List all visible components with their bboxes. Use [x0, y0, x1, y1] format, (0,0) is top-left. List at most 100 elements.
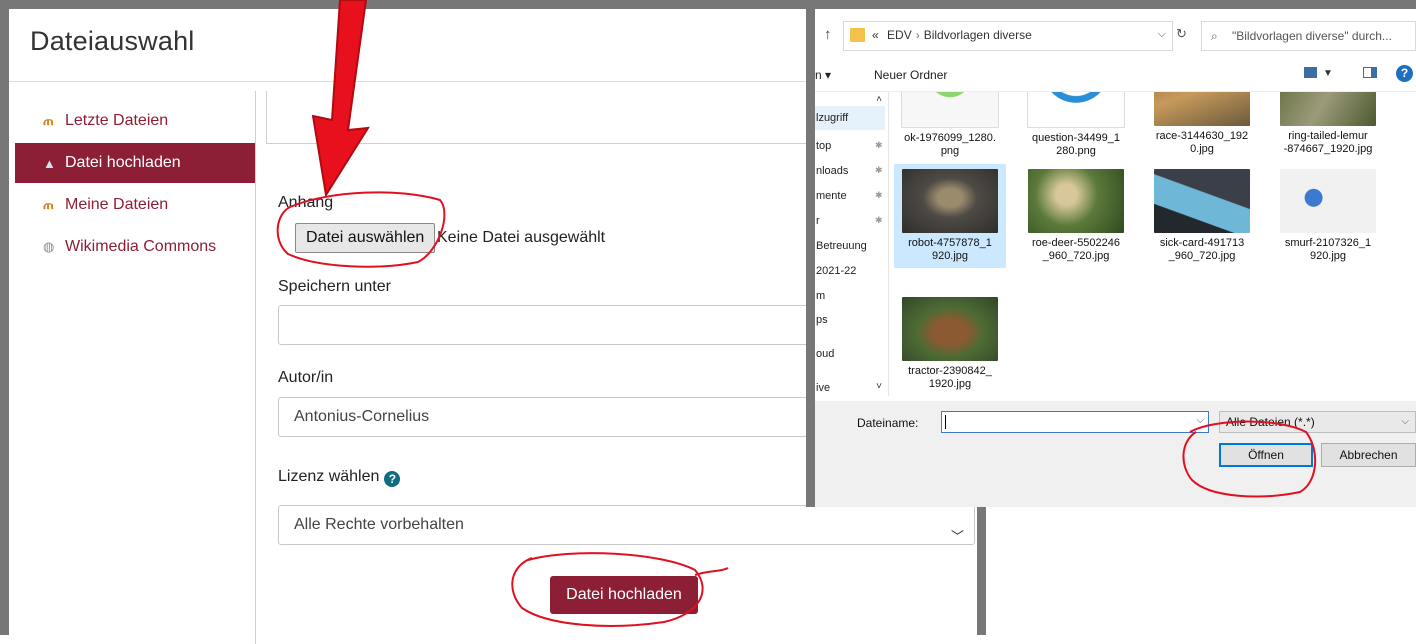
file-name: roe-deer-5502246 _960_720.jpg — [1031, 237, 1121, 262]
file-item[interactable]: ok-1976099_1280. png — [895, 92, 1005, 162]
file-item[interactable]: tractor-2390842_ 1920.jpg — [895, 297, 1005, 395]
folder-icon — [850, 28, 865, 42]
file-item-selected[interactable]: robot-4757878_1 920.jpg — [894, 164, 1006, 268]
file-list: ok-1976099_1280. png question-34499_1 28… — [891, 92, 1416, 396]
file-thumbnail — [1027, 92, 1125, 128]
dialog-toolbar: n ▾ Neuer Ordner ▼ ? — [815, 59, 1416, 92]
no-file-text: Keine Datei ausgewählt — [437, 229, 606, 246]
nav-item-2021-22[interactable]: 2021-22 — [816, 265, 856, 277]
license-label: Lizenz wählen — [278, 468, 380, 485]
file-thumbnail — [1154, 92, 1250, 126]
nav-item-pictures[interactable]: r — [816, 215, 820, 227]
scroll-up-icon[interactable]: ˄ — [873, 94, 885, 105]
file-name: question-34499_1 280.png — [1031, 132, 1121, 157]
sidebar-item-label: Meine Dateien — [65, 196, 169, 213]
new-folder-button[interactable]: Neuer Ordner — [874, 68, 947, 82]
nav-item-cloud[interactable]: oud — [816, 348, 834, 360]
nav-item-desktop[interactable]: top — [816, 140, 831, 152]
chevron-down-icon[interactable]: ⌵ — [1196, 415, 1204, 426]
picker-title: Dateiauswahl — [30, 26, 195, 56]
scroll-down-icon[interactable]: ˅ — [873, 381, 885, 392]
file-name: ok-1976099_1280. png — [904, 132, 996, 157]
sidebar-item-upload-file[interactable]: ▲ Datei hochladen — [15, 143, 255, 183]
file-item[interactable]: race-3144630_192 0.jpg — [1147, 92, 1257, 160]
author-label: Autor/in — [278, 369, 334, 386]
breadcrumb-item-current[interactable]: Bildvorlagen diverse — [924, 28, 1032, 42]
open-file-dialog: ↑ « EDV › Bildvorlagen diverse ⌵ ↻ ⌕ "Bild… — [806, 0, 1416, 507]
file-thumbnail — [1154, 169, 1250, 233]
pin-icon: ✱ — [875, 190, 883, 200]
file-name: robot-4757878_1 920.jpg — [908, 237, 992, 262]
help-icon[interactable]: ? — [384, 471, 401, 487]
sidebar-item-label: Letzte Dateien — [65, 112, 169, 129]
search-placeholder: "Bildvorlagen diverse" durch... — [1232, 29, 1392, 43]
choose-file-button[interactable]: Datei auswählen — [295, 223, 436, 253]
file-item[interactable]: question-34499_1 280.png — [1021, 92, 1131, 162]
file-name: ring-tailed-lemur -874667_1920.jpg — [1283, 130, 1373, 155]
dialog-footer: Dateiname: ⌵ Alle Dateien (*.*) ⌵ Öffnen… — [815, 401, 1416, 507]
sidebar-item-label: Wikimedia Commons — [65, 238, 217, 255]
nav-item-ps[interactable]: ps — [816, 314, 828, 326]
nav-item-betreuung[interactable]: Betreuung — [816, 240, 867, 252]
upload-file-button[interactable]: Datei hochladen — [550, 576, 698, 614]
help-icon[interactable]: ? — [1396, 65, 1413, 82]
license-selected-value: Alle Rechte vorbehalten — [294, 516, 464, 533]
sidebar-item-label: Datei hochladen — [65, 154, 181, 171]
file-thumbnail — [1028, 169, 1124, 233]
open-button[interactable]: Öffnen — [1219, 443, 1313, 467]
filename-input[interactable]: ⌵ — [941, 411, 1209, 433]
up-arrow-icon[interactable]: ↑ — [824, 26, 832, 43]
filetype-select[interactable]: Alle Dateien (*.*) ⌵ — [1219, 411, 1416, 433]
file-thumbnail — [902, 297, 998, 361]
file-thumbnail — [901, 92, 999, 128]
organize-menu[interactable]: n ▾ — [815, 68, 831, 82]
breadcrumb: « EDV › Bildvorlagen diverse — [872, 28, 1032, 42]
nav-item-documents[interactable]: mente — [816, 190, 847, 202]
search-icon: ⌕ — [1211, 29, 1218, 43]
file-item[interactable]: sick-card-491713 _960_720.jpg — [1147, 169, 1257, 267]
address-bar[interactable]: « EDV › Bildvorlagen diverse ⌵ — [843, 21, 1173, 51]
chevron-down-icon[interactable]: ▼ — [1323, 68, 1333, 79]
refresh-icon[interactable]: ↻ — [1176, 26, 1187, 42]
search-input[interactable]: ⌕ "Bildvorlagen diverse" durch... — [1201, 21, 1416, 51]
moodle-icon: ጠ — [43, 113, 54, 128]
breadcrumb-item-edv[interactable]: EDV — [887, 28, 912, 42]
file-item[interactable]: ring-tailed-lemur -874667_1920.jpg — [1273, 92, 1383, 160]
file-thumbnail — [902, 169, 998, 233]
filename-label: Dateiname: — [857, 416, 919, 430]
file-name: race-3144630_192 0.jpg — [1155, 130, 1249, 155]
chevron-down-icon: ⌵ — [1401, 416, 1409, 427]
file-name: sick-card-491713 _960_720.jpg — [1159, 237, 1245, 262]
pin-icon: ✱ — [875, 165, 883, 175]
upload-icon: ▲ — [43, 155, 56, 171]
file-item[interactable]: roe-deer-5502246 _960_720.jpg — [1021, 169, 1131, 267]
license-label-row: Lizenz wählen? — [278, 468, 401, 487]
pin-icon: ✱ — [875, 140, 883, 150]
cancel-button[interactable]: Abbrechen — [1321, 443, 1416, 467]
address-bar-row: ↑ « EDV › Bildvorlagen diverse ⌵ ↻ ⌕ "Bild… — [815, 9, 1416, 59]
breadcrumb-separator: › — [915, 28, 920, 42]
filetype-value: Alle Dateien (*.*) — [1226, 415, 1315, 429]
repository-sidebar: ጠ Letzte Dateien ▲ Datei hochladen ጠ Mei… — [15, 101, 255, 269]
moodle-icon: ጠ — [43, 197, 54, 212]
chevron-down-icon: ﹀ — [950, 529, 964, 544]
pin-icon: ✱ — [875, 215, 883, 225]
nav-item-downloads[interactable]: nloads — [816, 165, 848, 177]
sidebar-item-recent-files[interactable]: ጠ Letzte Dateien — [15, 101, 255, 141]
file-name: tractor-2390842_ 1920.jpg — [908, 365, 992, 390]
sidebar-item-wikimedia[interactable]: ◍ Wikimedia Commons — [15, 227, 255, 267]
nav-item-quick-access[interactable]: lzugriff — [815, 106, 885, 130]
file-name: smurf-2107326_1 920.jpg — [1284, 237, 1372, 262]
file-item[interactable]: smurf-2107326_1 920.jpg — [1273, 169, 1383, 267]
file-thumbnail — [1280, 169, 1376, 233]
nav-item-m[interactable]: m — [816, 290, 825, 302]
chevron-down-icon[interactable]: ⌵ — [1158, 28, 1166, 41]
view-options-icon[interactable] — [1304, 67, 1317, 78]
sidebar-item-private-files[interactable]: ጠ Meine Dateien — [15, 185, 255, 225]
breadcrumb-overflow[interactable]: « — [872, 28, 879, 42]
preview-pane-icon[interactable] — [1363, 67, 1377, 78]
attachment-label: Anhang — [278, 194, 334, 211]
license-select[interactable]: Alle Rechte vorbehalten ﹀ — [278, 505, 975, 545]
nav-item-drive[interactable]: ive — [816, 382, 830, 394]
save-as-label: Speichern unter — [278, 278, 391, 295]
